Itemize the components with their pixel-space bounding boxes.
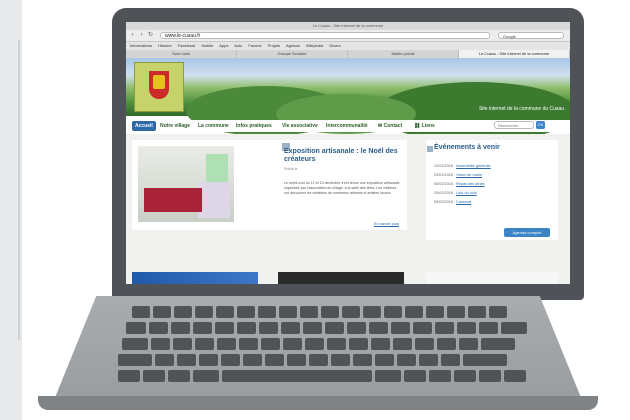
event-date: 12/01/2016 [434,164,454,168]
bookmark-item[interactable]: Actu [234,43,242,48]
featured-article: Exposition artisanale : le Noël des créa… [132,140,407,230]
laptop-display: Le Cusau - Site internet de la commune ‹… [126,22,570,284]
article-body: Le week-end du 12 et 13 décembre s'est t… [284,181,400,195]
event-row: 05/03/2016 Carnaval [434,200,471,204]
main-content: Exposition artisanale : le Noël des créa… [126,134,570,284]
coat-of-arms-icon [149,71,169,99]
event-row: 23/01/2016 Vœux du maire [434,173,482,177]
browser-tab-active[interactable]: Le Cusau - Site internet de la commune [459,50,570,58]
laptop-keyboard [118,306,527,386]
event-date: 23/01/2016 [434,173,454,177]
calendar-icon [427,146,433,152]
event-link[interactable]: Carnaval [456,200,471,204]
bookmark-item[interactable]: Divers [329,43,340,48]
event-link[interactable]: Vœux du maire [456,173,482,177]
bookmark-item[interactable]: Wikipedia [306,43,323,48]
browser-tab[interactable]: Mairie portail [348,50,459,58]
event-row: 20/02/2016 Loto du club [434,191,477,195]
site-logo[interactable] [134,62,184,112]
browser-tab[interactable]: Suivi colis [126,50,237,58]
reload-icon[interactable]: ↻ [147,32,154,39]
site-search-button[interactable]: OK [536,121,545,129]
bookmark-item[interactable]: Facebook [178,43,196,48]
address-toolbar: ‹ › ↻ www.le-cusau.fr Google [126,30,570,42]
bookmark-item[interactable]: Histoire [158,43,172,48]
event-row: 12/01/2016 Assemblée générale [434,164,491,168]
back-arrow-icon[interactable]: ‹ [129,32,136,39]
site-tagline: Site internet de la commune du Cusau [478,106,564,112]
bookmarks-bar: Informations Histoire Facebook Mobile Ap… [126,42,570,50]
read-more-link[interactable]: En savoir plus [374,221,399,226]
site-search-input[interactable]: Rechercher [494,121,534,129]
photo-display-table [144,188,202,212]
menu-item-contact-label: Contact [383,123,403,129]
browser-search-input[interactable]: Google [498,32,564,39]
agenda-button[interactable]: Agenda complet [504,228,550,237]
page-edge [0,0,22,420]
bookmark-item[interactable]: Favoris [248,43,261,48]
menu-item-accueil[interactable]: Accueil [132,121,156,131]
links-icon: ⛓ [414,123,422,129]
news-thumbnail[interactable] [426,272,558,284]
menu-item-la-commune[interactable]: La commune [198,123,229,129]
url-field[interactable]: www.le-cusau.fr [160,32,490,39]
article-title[interactable]: Exposition artisanale : le Noël des créa… [284,148,404,164]
site-main-menu: Accueil Notre village La commune Infos p… [126,120,570,132]
menu-item-liens[interactable]: ⛓ Liens [414,123,435,129]
bookmark-item[interactable]: Informations [130,43,152,48]
site-banner: Site internet de la commune du Cusau [126,58,570,142]
article-date: Publié le [284,167,298,171]
article-photo[interactable] [138,146,234,222]
bookmark-item[interactable]: Apps [219,43,228,48]
window-title: Le Cusau - Site internet de la commune [126,22,570,30]
events-title: Événements à venir [434,144,500,151]
event-date: 05/03/2016 [434,200,454,204]
event-date: 20/02/2016 [434,191,454,195]
menu-item-liens-label: Liens [421,123,435,129]
menu-item-notre-village[interactable]: Notre village [160,123,190,129]
event-date: 06/02/2016 [434,182,454,186]
browser-tab[interactable]: Groupe Scolaire [237,50,348,58]
menu-item-infos-pratiques[interactable]: Infos pratiques [236,123,272,129]
menu-item-intercommunalite[interactable]: Intercommunalité [326,123,368,129]
forward-arrow-icon[interactable]: › [138,32,145,39]
events-widget: Événements à venir 12/01/2016 Assemblée g… [426,140,558,240]
photo-window [206,154,228,184]
menu-item-contact[interactable]: ✉ Contact [378,123,402,129]
photo-display-stand [198,182,230,218]
browser-tabs: Suivi colis Groupe Scolaire Mairie porta… [126,50,570,58]
news-thumbnail[interactable] [132,272,258,284]
bookmark-item[interactable]: Mobile [202,43,214,48]
news-thumbnail[interactable] [278,272,404,284]
event-link[interactable]: Repas des aînés [456,182,485,186]
bookmark-item[interactable]: Agenda [286,43,300,48]
event-row: 06/02/2016 Repas des aînés [434,182,485,186]
menu-item-vie-associative[interactable]: Vie associative [282,123,318,129]
event-link[interactable]: Loto du club [456,191,477,195]
laptop-base [38,396,598,410]
event-link[interactable]: Assemblée générale [456,164,491,168]
bookmark-item[interactable]: Projets [268,43,280,48]
